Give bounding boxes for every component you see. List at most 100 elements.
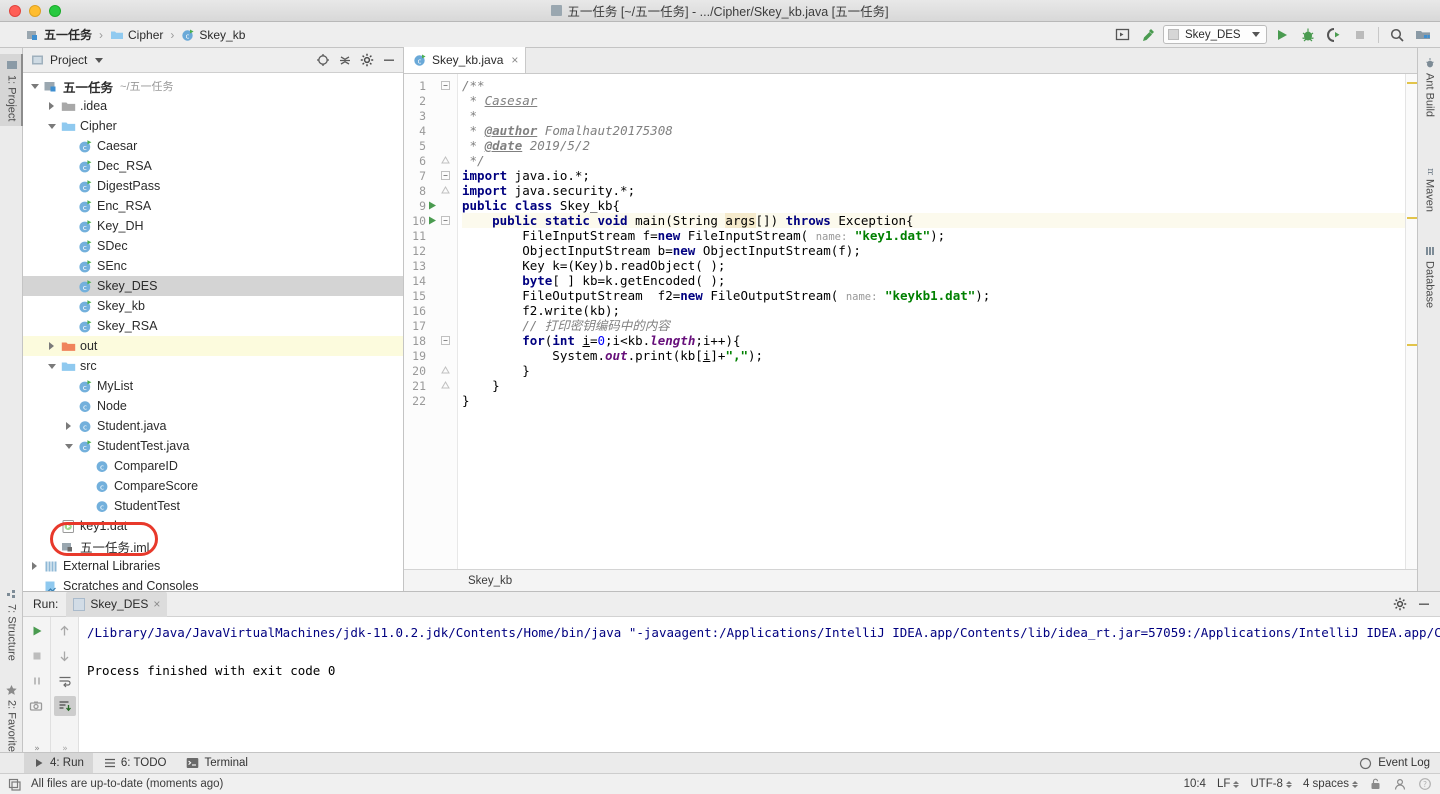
tree-node[interactable]: c CompareScore bbox=[23, 476, 403, 496]
run-configuration-selector[interactable]: Skey_DES bbox=[1163, 25, 1267, 44]
tree-node[interactable]: c StudentTest.java bbox=[23, 436, 403, 456]
tree-node[interactable]: c SEnc bbox=[23, 256, 403, 276]
code-line[interactable]: * bbox=[462, 108, 1405, 123]
gutter-line[interactable]: 22 bbox=[404, 393, 457, 408]
chevron-right-icon[interactable] bbox=[49, 342, 54, 350]
pause-icon[interactable] bbox=[26, 671, 48, 691]
gutter-fold-marker[interactable] bbox=[439, 381, 452, 390]
code-line[interactable]: for(int i=0;i<kb.length;i++){ bbox=[462, 333, 1405, 348]
tree-node[interactable]: c Student.java bbox=[23, 416, 403, 436]
caret-position[interactable]: 10:4 bbox=[1184, 778, 1206, 790]
tree-node[interactable]: c Caesar bbox=[23, 136, 403, 156]
up-icon[interactable] bbox=[54, 621, 76, 641]
gutter-fold-marker[interactable] bbox=[439, 81, 452, 90]
locate-icon[interactable] bbox=[313, 51, 333, 70]
code-line[interactable]: } bbox=[462, 363, 1405, 378]
chevron-right-icon[interactable] bbox=[66, 422, 71, 430]
gutter-line[interactable]: 8 bbox=[404, 183, 457, 198]
code-line[interactable]: } bbox=[462, 378, 1405, 393]
tree-node[interactable]: .idea bbox=[23, 96, 403, 116]
gutter-run-marker[interactable] bbox=[426, 201, 439, 210]
tree-node[interactable]: src bbox=[23, 356, 403, 376]
tree-node[interactable]: 五一任务.iml bbox=[23, 536, 403, 556]
editor-marker-bar[interactable] bbox=[1405, 74, 1417, 569]
line-separator-selector[interactable]: LF bbox=[1217, 778, 1240, 790]
encoding-selector[interactable]: UTF-8 bbox=[1250, 778, 1292, 790]
code-editor[interactable]: 1 2 3 4 5 6 7 8 9 10 11 12 13 14 15 16 17 18 19 20 21 22 /** … bbox=[404, 74, 1417, 569]
gear-icon[interactable] bbox=[1390, 595, 1410, 614]
sidebar-item-maven[interactable]: m Maven bbox=[1418, 158, 1440, 217]
gutter-line[interactable]: 15 bbox=[404, 288, 457, 303]
tree-node[interactable]: c MyList bbox=[23, 376, 403, 396]
tree-node[interactable]: c Skey_DES bbox=[23, 276, 403, 296]
code-line[interactable]: Key k=(Key)b.readObject( ); bbox=[462, 258, 1405, 273]
gutter-line[interactable]: 6 bbox=[404, 153, 457, 168]
code-line[interactable]: * @author Fomalhaut20175308 bbox=[462, 123, 1405, 138]
code-line[interactable]: * Casesar bbox=[462, 93, 1405, 108]
gutter-fold-marker[interactable] bbox=[439, 156, 452, 165]
run-session-tab[interactable]: Skey_DES × bbox=[66, 591, 168, 617]
dump-threads-icon[interactable] bbox=[26, 696, 48, 716]
chevron-down-icon[interactable] bbox=[65, 443, 73, 449]
person-icon[interactable] bbox=[1393, 777, 1407, 791]
code-line[interactable]: FileInputStream f=new FileInputStream( n… bbox=[462, 228, 1405, 243]
editor-breadcrumb[interactable]: Skey_kb bbox=[404, 569, 1417, 591]
tree-node[interactable]: c Skey_RSA bbox=[23, 316, 403, 336]
gutter-fold-marker[interactable] bbox=[439, 336, 452, 345]
select-in-project-icon[interactable] bbox=[1111, 25, 1133, 45]
editor-tab-skey-kb[interactable]: c Skey_kb.java × bbox=[404, 47, 527, 73]
gutter-fold-marker[interactable] bbox=[439, 171, 452, 180]
lock-icon[interactable] bbox=[1369, 777, 1382, 791]
project-tree[interactable]: 五一任务 ~/五一任务 .idea Cipher c Caesar c Dec_RSA c Dig… bbox=[23, 73, 403, 591]
event-log-button[interactable]: Event Log bbox=[1359, 757, 1440, 770]
code-line[interactable]: f2.write(kb); bbox=[462, 303, 1405, 318]
warning-marker[interactable] bbox=[1407, 344, 1417, 346]
help-icon[interactable]: ? bbox=[1418, 777, 1432, 791]
tree-node[interactable]: 五一任务 ~/五一任务 bbox=[23, 76, 403, 96]
tree-node[interactable]: out bbox=[23, 336, 403, 356]
chevron-down-icon[interactable] bbox=[48, 123, 56, 129]
chevron-down-icon[interactable] bbox=[31, 83, 39, 89]
gutter-fold-marker[interactable] bbox=[439, 366, 452, 375]
code-line[interactable]: /** bbox=[462, 78, 1405, 93]
project-structure-icon[interactable] bbox=[1412, 25, 1434, 45]
breadcrumb-item-class[interactable]: c Skey_kb bbox=[177, 26, 249, 44]
tree-node[interactable]: Cipher bbox=[23, 116, 403, 136]
code-line[interactable]: } bbox=[462, 393, 1405, 408]
bottom-tab-todo[interactable]: 6: TODO bbox=[95, 753, 176, 774]
chevron-right-icon[interactable] bbox=[49, 102, 54, 110]
chevron-right-icon[interactable] bbox=[32, 562, 37, 570]
gutter-line[interactable]: 4 bbox=[404, 123, 457, 138]
gutter-line[interactable]: 2 bbox=[404, 93, 457, 108]
code-line[interactable]: // 打印密钥编码中的内容 bbox=[462, 318, 1405, 333]
sidebar-item-database[interactable]: Database bbox=[1418, 240, 1440, 313]
code-line[interactable]: System.out.print(kb[i]+","); bbox=[462, 348, 1405, 363]
gutter-line[interactable]: 20 bbox=[404, 363, 457, 378]
tree-node[interactable]: Scratches and Consoles bbox=[23, 576, 403, 591]
hide-icon[interactable] bbox=[379, 51, 399, 70]
tree-node[interactable]: c Skey_kb bbox=[23, 296, 403, 316]
build-hammer-icon[interactable] bbox=[1137, 25, 1159, 45]
code-line[interactable]: import java.security.*; bbox=[462, 183, 1405, 198]
breadcrumb-item-folder[interactable]: Cipher bbox=[106, 26, 167, 44]
project-panel-title-group[interactable]: Project bbox=[31, 53, 104, 67]
tree-node[interactable]: c Enc_RSA bbox=[23, 196, 403, 216]
gear-icon[interactable] bbox=[357, 51, 377, 70]
warning-marker[interactable] bbox=[1407, 217, 1417, 219]
soft-wrap-icon[interactable] bbox=[54, 671, 76, 691]
scroll-to-end-icon[interactable] bbox=[53, 696, 76, 716]
tree-node[interactable]: key1.dat bbox=[23, 516, 403, 536]
down-icon[interactable] bbox=[54, 646, 76, 666]
stop-icon[interactable] bbox=[26, 646, 48, 666]
sidebar-item-structure[interactable]: 7: Structure bbox=[0, 583, 23, 666]
tree-node[interactable]: c DigestPass bbox=[23, 176, 403, 196]
tree-node[interactable]: External Libraries bbox=[23, 556, 403, 576]
gutter-line[interactable]: 17 bbox=[404, 318, 457, 333]
code-line[interactable]: FileOutputStream f2=new FileOutputStream… bbox=[462, 288, 1405, 303]
bottom-tab-terminal[interactable]: Terminal bbox=[177, 753, 256, 774]
breadcrumb-item-project[interactable]: 五一任务 bbox=[22, 24, 96, 45]
indent-selector[interactable]: 4 spaces bbox=[1303, 778, 1358, 790]
tree-node[interactable]: c Key_DH bbox=[23, 216, 403, 236]
gutter-line[interactable]: 1 bbox=[404, 78, 457, 93]
run-button[interactable] bbox=[1271, 25, 1293, 45]
